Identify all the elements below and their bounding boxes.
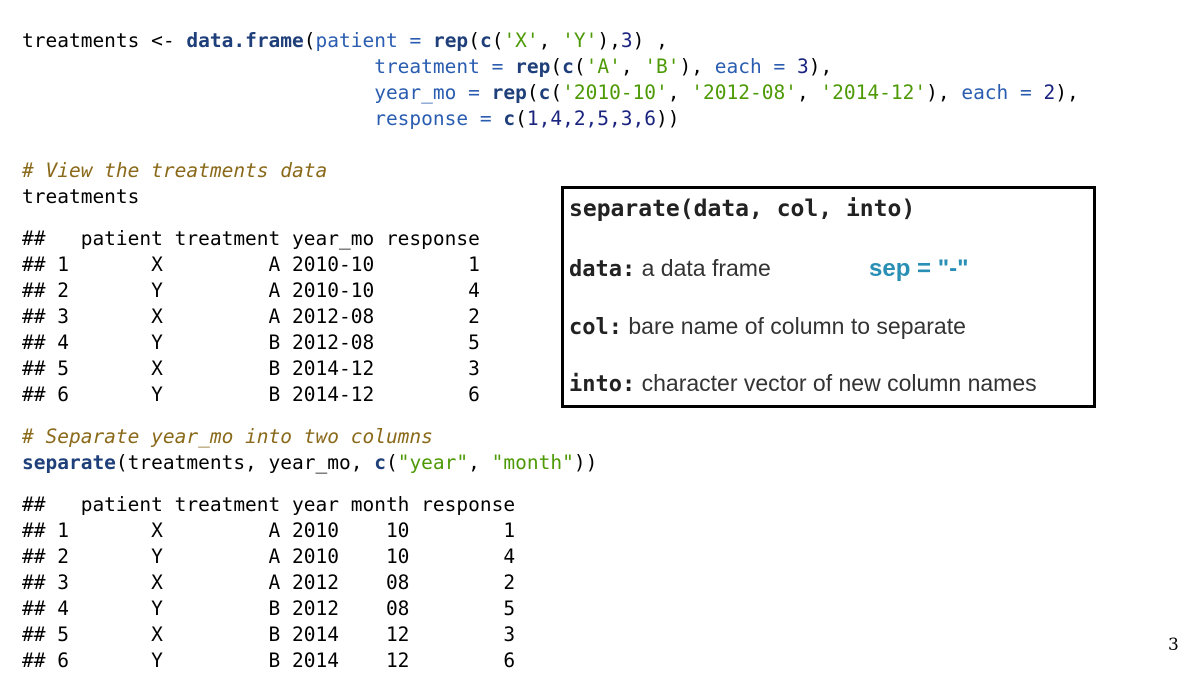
param-term: into: xyxy=(569,372,636,397)
code-number: 3 xyxy=(620,29,633,52)
code-function: rep xyxy=(432,29,469,52)
table-row: ## 4 Y B 2012 08 5 xyxy=(22,597,516,620)
code-argument: treatment xyxy=(374,55,480,78)
param-into: into: character vector of new column nam… xyxy=(569,370,1037,397)
function-signature-box: separate(data, col, into) data: a data f… xyxy=(561,186,1096,408)
code-string: 'B' xyxy=(644,55,680,78)
code-string: '2010-10' xyxy=(562,81,668,104)
code-comment-view: # View the treatments data xyxy=(22,159,328,182)
code-function: c xyxy=(374,451,386,474)
param-description: character vector of new column names xyxy=(635,370,1037,396)
code-object-name: treatments xyxy=(22,29,140,52)
param-description: a data frame xyxy=(635,255,771,281)
param-term: data: xyxy=(569,257,636,282)
table-row: ## 5 X B 2014 12 3 xyxy=(22,623,516,646)
code-string: '2012-08' xyxy=(691,81,797,104)
code-argument: each xyxy=(961,81,1009,104)
code-string: "month" xyxy=(491,451,574,474)
code-separate-call: separate(treatments, year_mo, c("year", … xyxy=(22,451,598,474)
param-data: data: a data frame xyxy=(569,255,771,282)
code-string: '2014-12' xyxy=(820,81,927,104)
code-string: "year" xyxy=(397,451,469,474)
code-line-2: treatment = rep(c('A', 'B'), each = 3), xyxy=(374,55,833,78)
code-print-object: treatments xyxy=(22,185,140,208)
code-string: 'X' xyxy=(503,29,539,52)
function-signature: separate(data, col, into) xyxy=(569,196,916,222)
code-line-1: treatments <- data.frame(patient = rep(c… xyxy=(22,29,668,52)
table-row: ## 3 X A 2012 08 2 xyxy=(22,571,516,594)
code-string: 'A' xyxy=(585,55,621,78)
code-line-3: year_mo = rep(c('2010-10', '2012-08', '2… xyxy=(374,81,1079,104)
code-function: data.frame xyxy=(186,29,304,52)
page-number: 3 xyxy=(1168,635,1179,655)
code-function: c xyxy=(562,55,574,78)
code-comment-separate: # Separate year_mo into two columns xyxy=(22,425,433,448)
code-line-4: response = c(1,4,2,5,3,6)) xyxy=(374,107,680,130)
param-term: col: xyxy=(569,315,622,340)
code-argument: response xyxy=(374,107,469,130)
code-argument: each xyxy=(714,55,762,78)
table-row: ## 3 X A 2012-08 2 xyxy=(22,305,480,328)
output-table-header: ## patient treatment year_mo response xyxy=(22,227,480,250)
code-function: c xyxy=(538,81,551,104)
param-description: bare name of column to separate xyxy=(621,313,966,339)
code-argument: year_mo xyxy=(374,81,457,104)
code-number: 3 xyxy=(796,55,809,78)
table-row: ## 1 X A 2010 10 1 xyxy=(22,519,516,542)
code-function: c xyxy=(503,107,516,130)
code-number: 1,4,2,5,3,6 xyxy=(526,107,656,130)
code-function: c xyxy=(479,29,492,52)
output-table-header: ## patient treatment year month response xyxy=(22,493,516,516)
code-string: 'Y' xyxy=(562,29,598,52)
code-function: rep xyxy=(491,81,527,104)
param-col: col: bare name of column to separate xyxy=(569,313,966,340)
code-number: 2 xyxy=(1043,81,1056,104)
table-row: ## 2 Y A 2010-10 4 xyxy=(22,279,480,302)
code-function: rep xyxy=(515,55,551,78)
code-function: separate xyxy=(22,451,116,474)
sep-note: sep = "-" xyxy=(869,255,969,282)
table-row: ## 5 X B 2014-12 3 xyxy=(22,357,480,380)
table-row: ## 4 Y B 2012-08 5 xyxy=(22,331,480,354)
table-row: ## 2 Y A 2010 10 4 xyxy=(22,545,516,568)
table-row: ## 6 Y B 2014-12 6 xyxy=(22,383,480,406)
table-row: ## 6 Y B 2014 12 6 xyxy=(22,649,516,672)
table-row: ## 1 X A 2010-10 1 xyxy=(22,253,480,276)
code-argument: patient xyxy=(315,29,398,52)
